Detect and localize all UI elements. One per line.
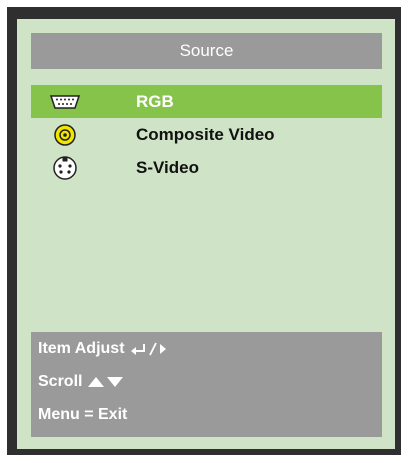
- menu-title: Source: [179, 41, 234, 60]
- help-item-adjust: Item Adjust: [31, 332, 382, 365]
- help-scroll: Scroll: [31, 365, 382, 398]
- source-item-label: Composite Video: [136, 124, 275, 144]
- help-panel: Item Adjust Scroll Menu = Exit: [31, 332, 382, 437]
- up-down-arrows-icon: [87, 376, 125, 388]
- s-video-connector-icon: [48, 154, 82, 182]
- help-menu-exit: Menu = Exit: [31, 398, 382, 431]
- source-list: RGB Composite Video S-Video: [31, 85, 382, 184]
- enter-right-icon: [130, 342, 168, 356]
- rca-connector-icon: [48, 121, 82, 149]
- help-menu-exit-label: Menu = Exit: [38, 405, 128, 423]
- source-item-rgb[interactable]: RGB: [31, 85, 382, 118]
- source-menu-panel: Source RGB Composite Video S-Video Item …: [17, 19, 395, 449]
- source-item-label: S-Video: [136, 157, 199, 177]
- menu-title-bar: Source: [31, 33, 382, 69]
- osd-frame: Source RGB Composite Video S-Video Item …: [7, 7, 401, 455]
- source-item-s-video[interactable]: S-Video: [31, 151, 382, 184]
- help-scroll-label: Scroll: [38, 372, 83, 390]
- source-item-label: RGB: [136, 91, 174, 111]
- source-item-composite-video[interactable]: Composite Video: [31, 118, 382, 151]
- vga-connector-icon: [48, 88, 82, 116]
- help-item-adjust-label: Item Adjust: [38, 339, 125, 357]
